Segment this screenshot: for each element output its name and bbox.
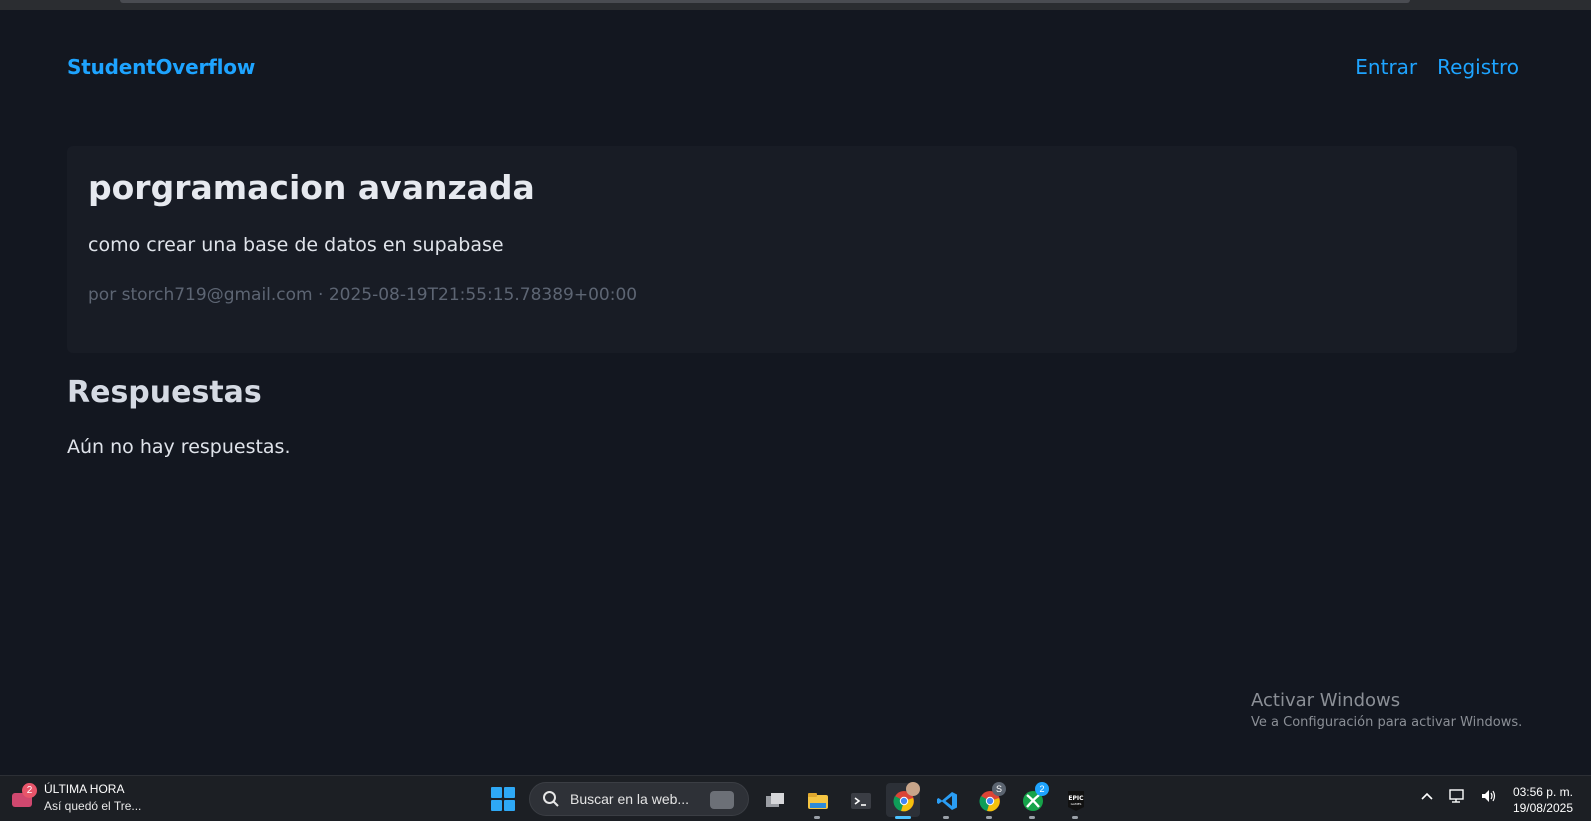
watermark-title: Activar Windows — [1251, 690, 1401, 711]
system-tray — [1420, 788, 1498, 804]
system-clock[interactable]: 03:56 p. m. 19/08/2025 — [1513, 784, 1573, 816]
news-subline: Así quedó el Tre... — [44, 799, 142, 813]
question-body: como crear una base de datos en supabase — [88, 234, 504, 256]
volume-icon[interactable] — [1480, 788, 1498, 804]
taskbar-search[interactable]: Buscar en la web... — [529, 782, 749, 816]
chrome-icon[interactable] — [886, 782, 920, 819]
chrome-profile-avatar — [906, 782, 920, 796]
chevron-up-icon[interactable] — [1420, 791, 1434, 801]
svg-text:GAMES: GAMES — [1071, 802, 1082, 806]
question-card: porgramacion avanzada como crear una bas… — [67, 146, 1517, 353]
epic-games-icon[interactable]: EPIC GAMES — [1058, 783, 1092, 819]
browser-tab-strip — [120, 0, 1410, 3]
question-meta: por storch719@gmail.com · 2025-08-19T21:… — [88, 285, 638, 305]
answers-heading: Respuestas — [67, 375, 262, 410]
chrome-profile-icon[interactable]: S — [972, 782, 1006, 819]
windows-start-icon[interactable] — [491, 787, 515, 811]
site-logo[interactable]: StudentOverflow — [67, 55, 255, 79]
chrome-profile-badge: S — [992, 782, 1006, 796]
watermark-subtitle: Ve a Configuración para activar Windows. — [1251, 715, 1523, 730]
windows-activation-watermark: Activar Windows Ve a Configuración para … — [1251, 690, 1522, 730]
login-link[interactable]: Entrar — [1355, 55, 1417, 79]
file-explorer-icon[interactable] — [800, 783, 834, 819]
news-widget[interactable]: 2 ÚLTIMA HORA Así quedó el Tre... — [10, 782, 141, 813]
news-badge: 2 — [22, 782, 37, 798]
news-headline: ÚLTIMA HORA — [44, 782, 125, 796]
task-view-icon[interactable] — [757, 783, 791, 817]
no-answers-message: Aún no hay respuestas. — [67, 436, 291, 458]
network-icon[interactable] — [1448, 788, 1466, 804]
clock-time: 03:56 p. m. — [1512, 785, 1573, 799]
browser-top-strip — [0, 0, 1591, 10]
search-placeholder: Buscar en la web... — [570, 791, 690, 807]
clock-date: 19/08/2025 — [1512, 801, 1573, 815]
xbox-icon[interactable]: 2 — [1015, 782, 1049, 819]
question-title: porgramacion avanzada — [88, 168, 535, 207]
news-icon: 2 — [10, 782, 37, 811]
windows-taskbar: 2 ÚLTIMA HORA Así quedó el Tre... Buscar… — [0, 775, 1591, 821]
svg-text:EPIC: EPIC — [1068, 795, 1084, 802]
register-link[interactable]: Registro — [1437, 55, 1519, 79]
search-icon — [543, 791, 559, 807]
terminal-icon[interactable] — [843, 783, 877, 817]
xbox-badge: 2 — [1035, 782, 1049, 796]
camera-icon[interactable] — [710, 791, 734, 809]
vscode-icon[interactable] — [929, 783, 963, 819]
top-nav: Entrar Registro — [1355, 55, 1519, 79]
